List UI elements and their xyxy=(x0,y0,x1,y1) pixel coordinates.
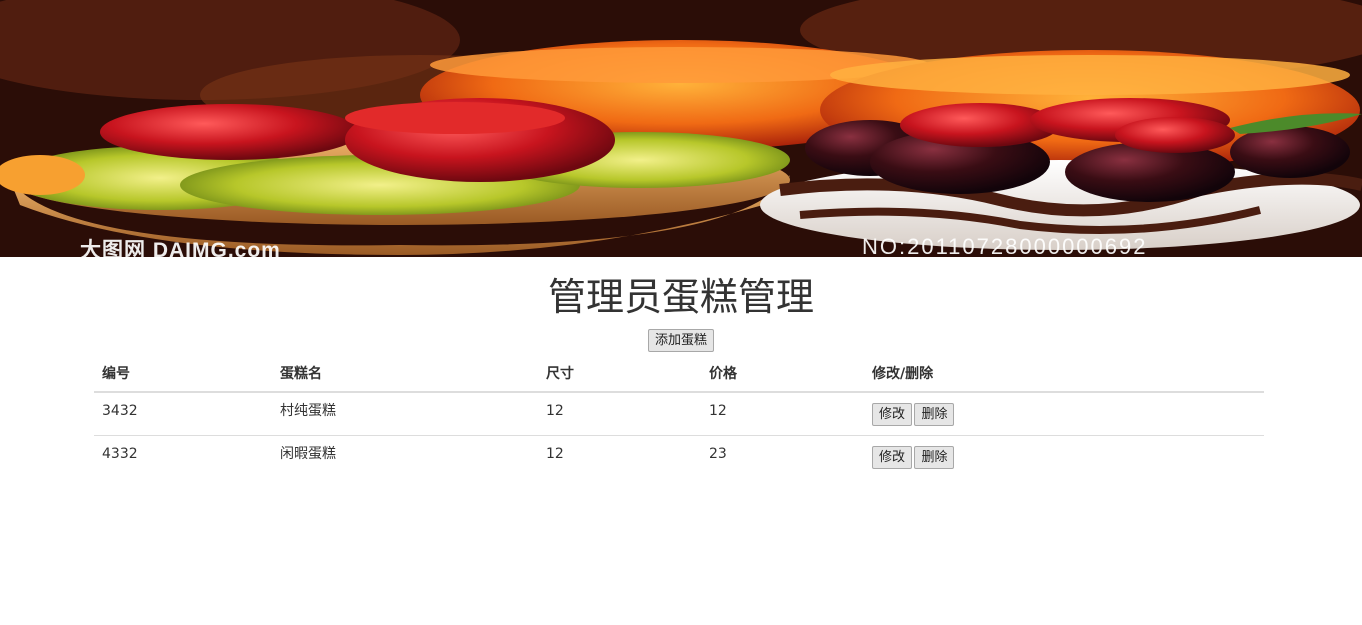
banner-watermark-right: NO:20110728000000692 xyxy=(862,234,1148,257)
table-body: 3432 村纯蛋糕 12 12 修改 删除 4332 闲暇蛋糕 12 23 修改… xyxy=(94,392,1264,478)
cell-size: 12 xyxy=(538,435,701,478)
column-header-actions: 修改/删除 xyxy=(864,355,1264,393)
banner-watermark-left: 大图网 DAIMG.com xyxy=(80,239,281,257)
cell-name: 闲暇蛋糕 xyxy=(272,435,538,478)
hero-banner-image: 大图网 DAIMG.com NO:20110728000000692 xyxy=(0,0,1362,257)
table-row: 4332 闲暇蛋糕 12 23 修改 删除 xyxy=(94,435,1264,478)
cell-price: 23 xyxy=(701,435,864,478)
cell-id: 3432 xyxy=(102,403,138,419)
delete-button[interactable]: 删除 xyxy=(914,446,955,469)
add-button-wrap: 添加蛋糕 xyxy=(0,329,1362,353)
cell-price: 12 xyxy=(709,403,727,419)
delete-button[interactable]: 删除 xyxy=(914,403,955,426)
column-header-size: 尺寸 xyxy=(538,355,701,393)
table-row: 3432 村纯蛋糕 12 12 修改 删除 xyxy=(94,392,1264,436)
cell-actions: 修改 删除 xyxy=(864,392,1264,436)
page-title: 管理员蛋糕管理 xyxy=(547,275,814,319)
cell-size: 12 xyxy=(546,403,564,419)
edit-button[interactable]: 修改 xyxy=(872,446,913,469)
cell-actions: 修改 删除 xyxy=(864,435,1264,478)
column-header-id: 编号 xyxy=(94,355,272,393)
cell-name: 村纯蛋糕 xyxy=(280,403,336,419)
column-header-name: 蛋糕名 xyxy=(272,355,538,393)
table-header-row: 编号 蛋糕名 尺寸 价格 修改/删除 xyxy=(94,355,1264,393)
column-header-price: 价格 xyxy=(701,355,864,393)
fruit-tart-illustration xyxy=(0,0,1362,257)
edit-button[interactable]: 修改 xyxy=(872,403,913,426)
cell-id: 4332 xyxy=(94,435,272,478)
table-header: 编号 蛋糕名 尺寸 价格 修改/删除 xyxy=(94,355,1264,393)
cake-table: 编号 蛋糕名 尺寸 价格 修改/删除 3432 村纯蛋糕 12 12 修改 删除… xyxy=(94,355,1264,478)
add-cake-button[interactable]: 添加蛋糕 xyxy=(647,329,714,352)
